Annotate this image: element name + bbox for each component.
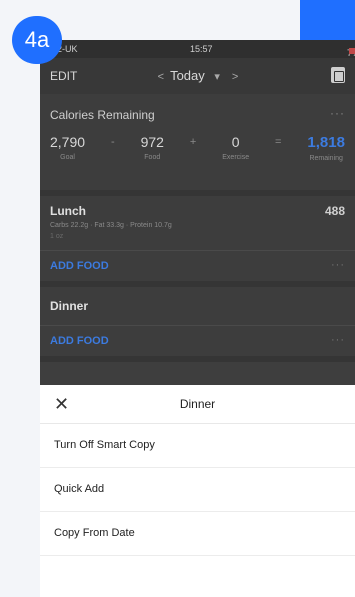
dinner-section: Dinner ADD FOOD ··· — [40, 287, 355, 362]
edit-button[interactable]: EDIT — [50, 69, 77, 83]
top-nav: EDIT < Today ▾ > — [40, 58, 355, 94]
calendar-icon[interactable] — [331, 67, 345, 83]
dinner-add-food-button[interactable]: ADD FOOD — [50, 335, 109, 347]
goal-column: 2,790 Goal — [50, 134, 85, 162]
copy-from-date-option[interactable]: Copy From Date — [40, 512, 355, 556]
battery-icon — [349, 48, 355, 54]
sheet-title: Dinner — [179, 397, 216, 411]
step-badge: 4a — [12, 16, 62, 64]
exercise-column: 0 Exercise — [222, 134, 249, 162]
status-bar: O2-UK 15:57 7% — [40, 40, 355, 58]
remaining-value: 1,818 — [307, 134, 345, 151]
minus-sign: - — [110, 136, 115, 148]
equals-sign: = — [275, 136, 282, 148]
phone-screen: O2-UK 15:57 7% EDIT < Today ▾ > Calories R… — [40, 40, 355, 597]
calories-title: Calories Remaining — [50, 108, 155, 122]
lunch-add-food-row[interactable]: ADD FOOD ··· — [40, 250, 355, 281]
food-label: Food — [144, 154, 161, 161]
exercise-value: 0 — [231, 134, 240, 150]
date-label[interactable]: Today — [170, 68, 205, 83]
turn-off-smart-copy-option[interactable]: Turn Off Smart Copy — [40, 424, 355, 468]
remaining-label: Remaining — [309, 155, 343, 162]
dinner-title: Dinner — [50, 299, 89, 313]
exercise-label: Exercise — [222, 154, 250, 161]
quick-add-option[interactable]: Quick Add — [40, 468, 355, 512]
goal-value: 2,790 — [50, 134, 86, 150]
food-value: 972 — [140, 134, 164, 150]
next-day-icon[interactable]: > — [232, 71, 238, 83]
lunch-section: Lunch 488 Carbs 22.2g · Fat 33.3g · Prot… — [40, 196, 355, 287]
date-selector[interactable]: < Today ▾ > — [148, 68, 248, 83]
lunch-more-icon[interactable]: ··· — [331, 259, 345, 271]
calories-equation: 2,790 Goal - 972 Food + 0 Exercise = 1,8… — [50, 134, 345, 162]
action-sheet: ✕ Dinner Turn Off Smart Copy Quick Add C… — [40, 385, 355, 597]
remaining-column: 1,818 Remaining — [307, 134, 345, 162]
more-options-icon[interactable]: ··· — [330, 106, 345, 120]
food-column: 972 Food — [141, 134, 164, 162]
calories-remaining-card: Calories Remaining ··· 2,790 Goal - 972 … — [40, 94, 355, 196]
prev-day-icon[interactable]: < — [158, 71, 164, 83]
lunch-macros: Carbs 22.2g · Fat 33.3g · Protein 10.7g — [50, 222, 172, 229]
dinner-more-icon[interactable]: ··· — [331, 334, 345, 346]
lunch-serving: 1 oz — [50, 233, 64, 240]
status-time: 15:57 — [190, 44, 213, 54]
dinner-add-food-row[interactable]: ADD FOOD ··· — [40, 325, 355, 356]
sheet-header: ✕ Dinner — [40, 385, 355, 424]
lunch-calories: 488 — [324, 204, 345, 218]
lunch-add-food-button[interactable]: ADD FOOD — [50, 260, 109, 272]
accent-block — [300, 0, 355, 40]
goal-label: Goal — [60, 154, 75, 161]
date-dropdown-icon[interactable]: ▾ — [214, 71, 220, 83]
plus-sign: + — [189, 136, 197, 148]
lunch-title: Lunch — [50, 204, 86, 218]
